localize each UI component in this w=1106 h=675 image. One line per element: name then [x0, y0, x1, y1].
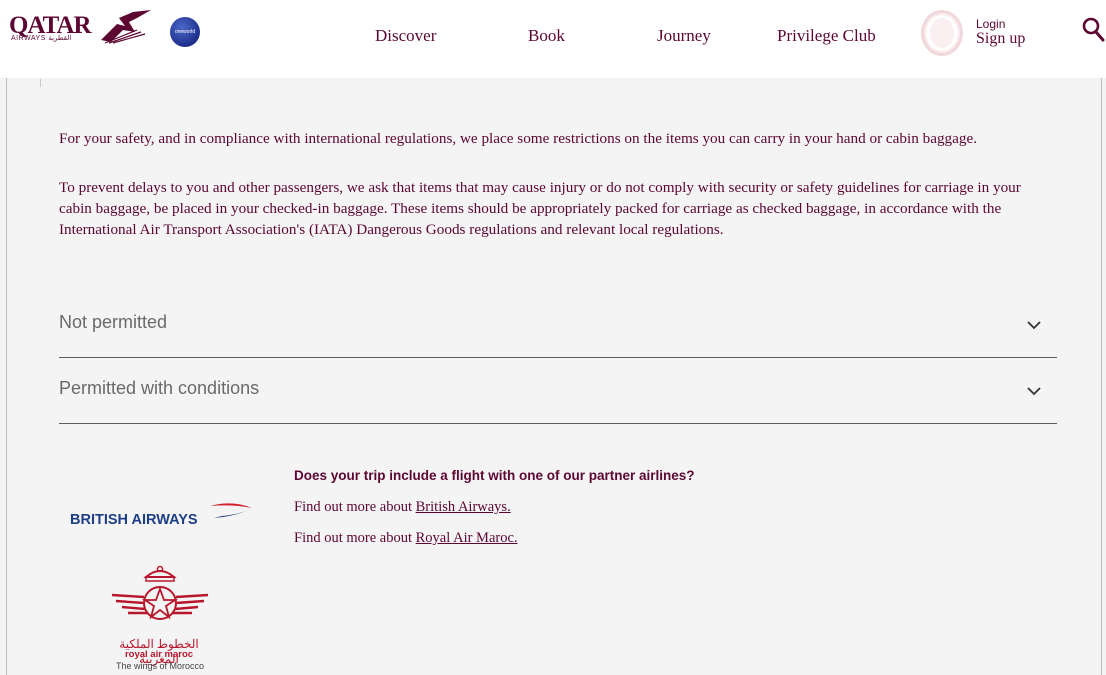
- avatar-icon[interactable]: [921, 10, 963, 56]
- ba-logo-text: BRITISH AIRWAYS: [70, 512, 198, 528]
- accordion-label: Permitted with conditions: [59, 378, 260, 398]
- nav-journey[interactable]: Journey: [657, 26, 711, 46]
- british-airways-link[interactable]: British Airways.: [416, 499, 511, 515]
- ram-tagline: The wings of Morocco: [115, 661, 205, 671]
- chevron-down-icon[interactable]: [1027, 383, 1041, 401]
- accordion-permitted-with-conditions[interactable]: Permitted with conditions: [59, 357, 1057, 424]
- oryx-logo-icon: [97, 10, 155, 49]
- nav-discover[interactable]: Discover: [375, 26, 436, 46]
- ba-speedmarque-icon: [208, 500, 254, 527]
- login-link[interactable]: Login: [976, 17, 1005, 31]
- oneworld-badge[interactable]: oneworld: [170, 17, 200, 47]
- partner-line-ram: Find out more about Royal Air Maroc.: [294, 530, 518, 547]
- partner-line-ba: Find out more about British Airways.: [294, 499, 511, 516]
- british-airways-logo: BRITISH AIRWAYS: [70, 500, 260, 540]
- qatar-airways-logo[interactable]: QATAR AIRWAYS القطرية: [9, 10, 151, 44]
- logo-subtext: AIRWAYS القطرية: [11, 35, 72, 42]
- royal-air-maroc-logo: الخطوط الملكية المغربية royal air maroc …: [98, 563, 228, 675]
- signup-link[interactable]: Sign up: [976, 30, 1025, 48]
- accordion-not-permitted[interactable]: Not permitted: [59, 291, 1057, 358]
- page-frame-left: [6, 0, 7, 675]
- search-icon[interactable]: [1082, 17, 1106, 48]
- ram-latin-name: royal air maroc: [124, 649, 194, 660]
- site-header: QATAR AIRWAYS القطرية oneworld Discover …: [0, 0, 1106, 78]
- ram-emblem-icon: [108, 563, 212, 638]
- chevron-down-icon[interactable]: [1027, 317, 1041, 335]
- nav-privilege-club[interactable]: Privilege Club: [777, 26, 876, 46]
- baggage-paragraph: To prevent delays to you and other passe…: [59, 179, 1021, 238]
- nav-book[interactable]: Book: [528, 26, 565, 46]
- intro-paragraph: For your safety, and in compliance with …: [59, 130, 977, 147]
- divider-tick: [40, 79, 41, 87]
- partner-line-prefix: Find out more about: [294, 530, 416, 546]
- page-frame-right: [1101, 0, 1102, 675]
- partner-line-prefix: Find out more about: [294, 499, 416, 515]
- accordion-label: Not permitted: [59, 312, 168, 332]
- royal-air-maroc-link[interactable]: Royal Air Maroc.: [416, 530, 518, 546]
- partner-question: Does your trip include a flight with one…: [294, 468, 695, 483]
